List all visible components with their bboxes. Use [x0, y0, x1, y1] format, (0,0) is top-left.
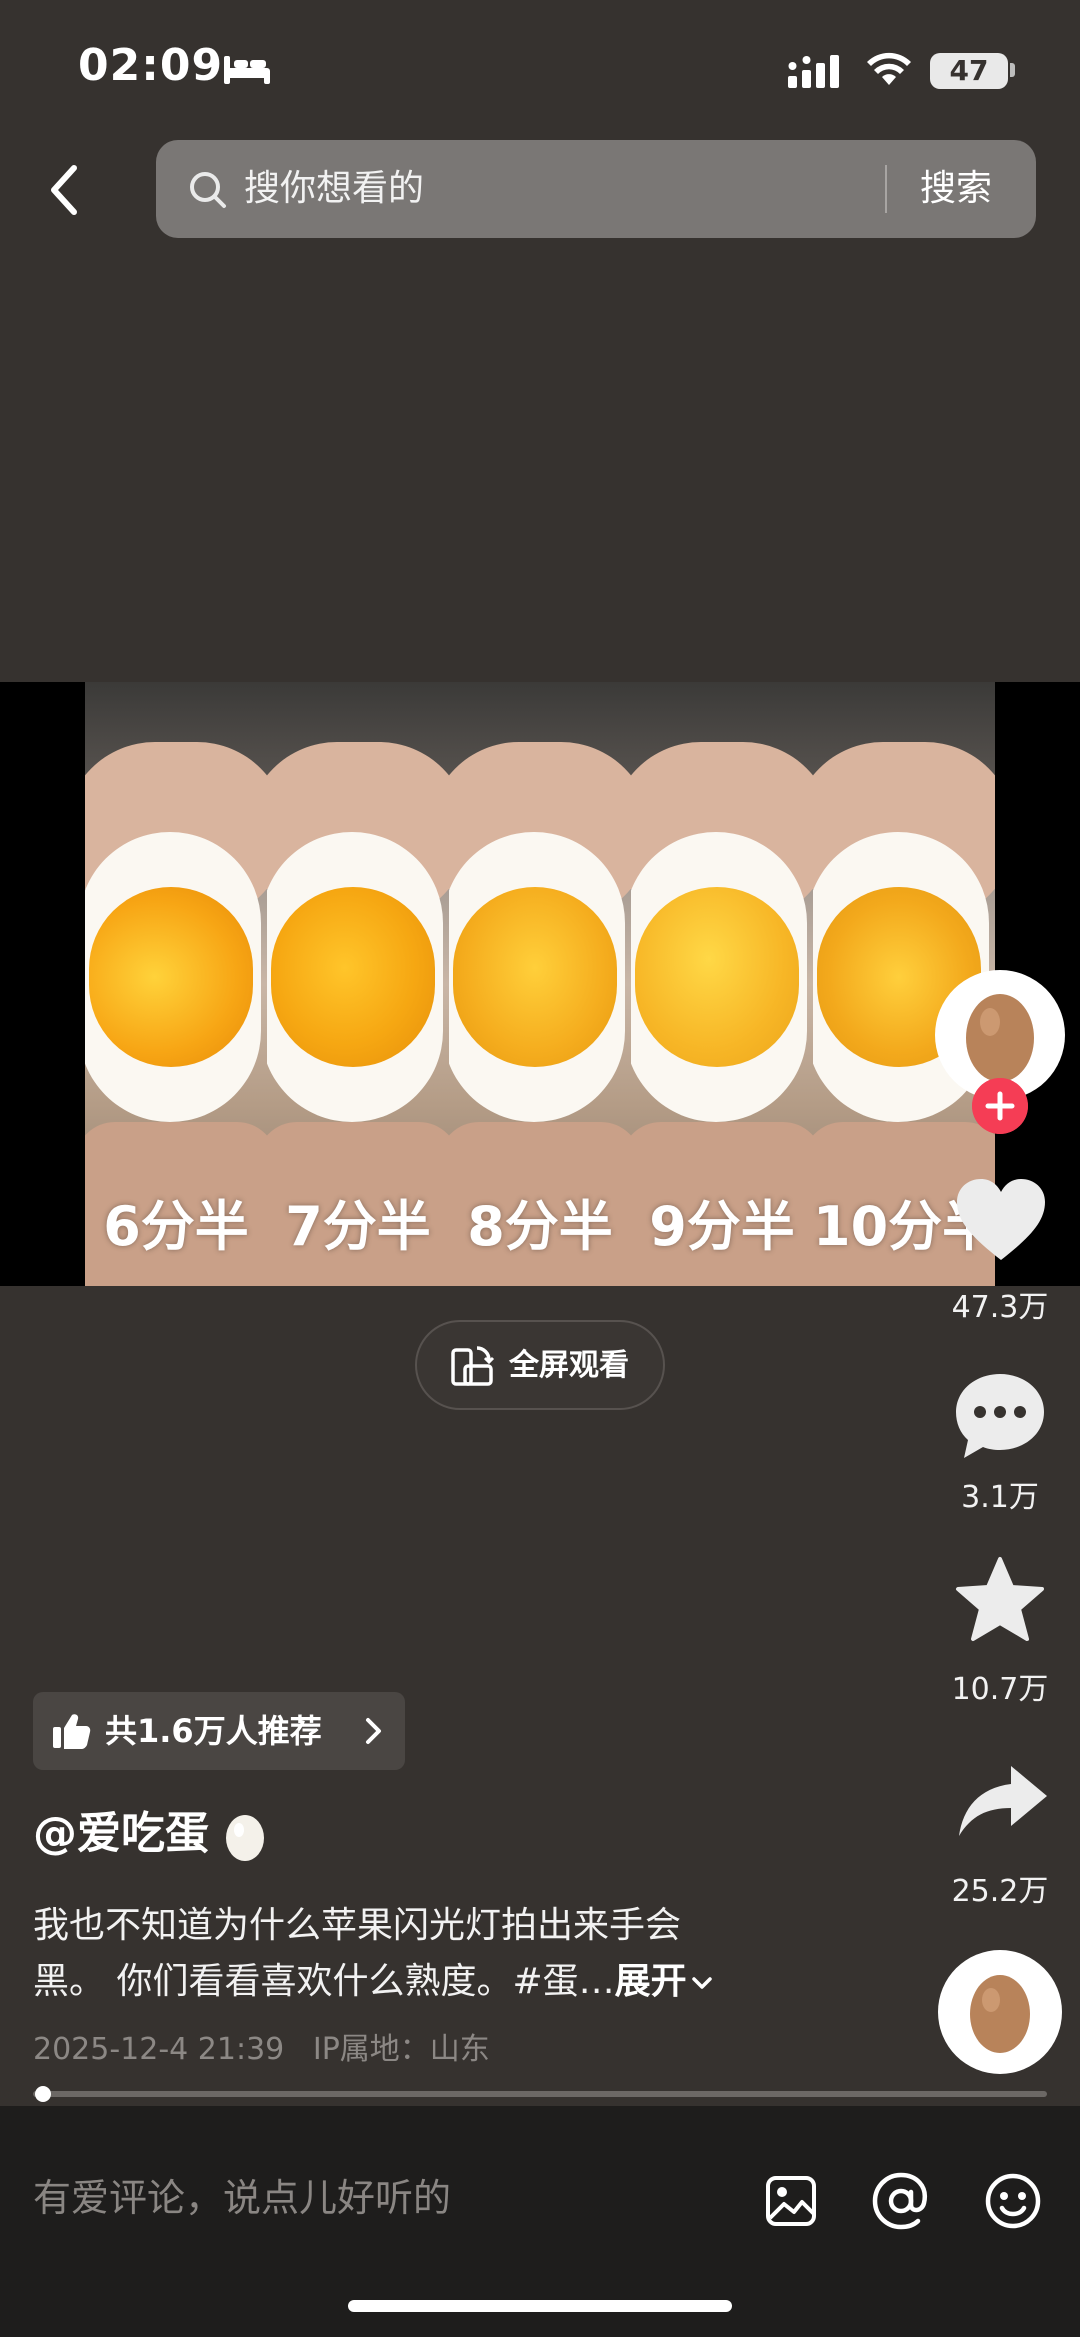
- heart-icon[interactable]: [953, 1176, 1049, 1266]
- fullscreen-button[interactable]: 全屏观看: [415, 1320, 665, 1410]
- comment-count: 3.1万: [961, 1480, 1039, 1515]
- image-icon[interactable]: [764, 2174, 818, 2228]
- post-date: 2025-12-4 21:39: [33, 2032, 285, 2067]
- thumb-up-icon: [53, 1714, 91, 1749]
- comment-input[interactable]: 有爱评论，说点儿好听的: [33, 2158, 451, 2238]
- chevron-down-icon: [691, 1977, 712, 1989]
- comment-icon[interactable]: [952, 1370, 1048, 1462]
- caption-text: 我也不知道为什么苹果闪光灯拍出来手会: [33, 1905, 682, 1946]
- caption-text: 黑。 你们看看喜欢什么熟度。#蛋…: [33, 1961, 615, 2002]
- egg-panel: 6分半: [85, 682, 267, 1286]
- follow-button[interactable]: [972, 1078, 1028, 1134]
- search-divider: [885, 165, 887, 213]
- egg-panel-label: 7分半: [285, 1195, 431, 1258]
- chevron-right-icon: [366, 1718, 381, 1744]
- egg-panel-label: 6分半: [103, 1195, 249, 1258]
- ip-location: IP属地：山东: [312, 2032, 490, 2067]
- post-meta: 2025-12-4 21:39 IP属地：山东: [33, 2028, 490, 2072]
- at-icon[interactable]: [872, 2172, 930, 2230]
- egg-panel-label: 9分半: [649, 1195, 795, 1258]
- video-player[interactable]: 6分半 7分半 8分半 9分半 10分半: [0, 682, 1080, 1286]
- search-input[interactable]: 搜你想看的: [244, 164, 424, 214]
- emoji-icon[interactable]: [984, 2172, 1042, 2230]
- music-disc[interactable]: [938, 1950, 1062, 2074]
- rotate-screen-icon: [451, 1346, 495, 1386]
- search-bar[interactable]: 搜你想看的 搜索: [156, 140, 1036, 238]
- progress-handle[interactable]: [35, 2086, 52, 2102]
- egg-panel: 9分半: [631, 682, 813, 1286]
- status-time: 02:09: [78, 40, 224, 91]
- caption-text: 黑。 你们看看喜欢什么熟度。#蛋…展开: [33, 1956, 713, 2008]
- egg-panel: 7分半: [267, 682, 449, 1286]
- author-name[interactable]: @爱吃蛋: [33, 1804, 209, 1864]
- star-icon[interactable]: [952, 1555, 1048, 1647]
- recommend-label: 共1.6万人推荐: [105, 1712, 322, 1750]
- signal-icon: [788, 55, 839, 88]
- egg-disc-icon: [970, 1975, 1030, 2053]
- search-button[interactable]: 搜索: [920, 164, 992, 214]
- egg-panel: 8分半: [449, 682, 631, 1286]
- expand-label[interactable]: 展开: [615, 1961, 687, 2002]
- recommend-chip[interactable]: 共1.6万人推荐: [33, 1692, 405, 1770]
- favorite-count: 10.7万: [951, 1672, 1049, 1707]
- wifi-icon: [867, 52, 911, 85]
- share-count: 25.2万: [951, 1874, 1049, 1909]
- egg-panel-label: 8分半: [467, 1195, 613, 1258]
- share-icon[interactable]: [955, 1762, 1051, 1842]
- battery-icon: 47: [930, 53, 1008, 89]
- expand-button[interactable]: 展开: [615, 1961, 713, 2002]
- back-button[interactable]: [40, 160, 90, 220]
- fullscreen-label: 全屏观看: [509, 1348, 629, 1383]
- home-indicator: [348, 2300, 732, 2312]
- egg-emoji-icon: [226, 1815, 264, 1861]
- progress-bar[interactable]: [33, 2091, 1047, 2097]
- search-icon: [190, 172, 226, 208]
- battery-cap: [1010, 63, 1015, 77]
- like-count: 47.3万: [951, 1290, 1049, 1325]
- bed-icon: [224, 56, 270, 84]
